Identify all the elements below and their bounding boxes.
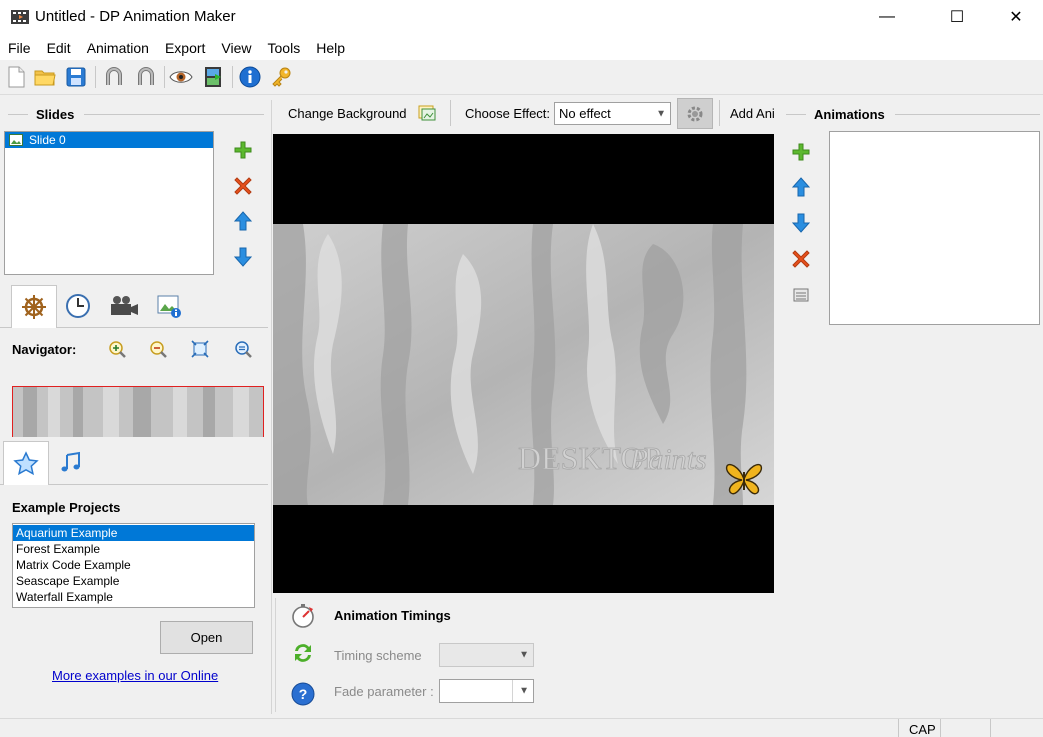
move-animation-up-icon[interactable]: [791, 177, 811, 197]
menu-view[interactable]: View: [213, 36, 259, 60]
timings-stopwatch-icon: [292, 604, 314, 628]
zoom-actual-icon[interactable]: [234, 340, 252, 358]
delete-animation-icon[interactable]: [791, 249, 811, 269]
zoom-out-icon[interactable]: [149, 340, 167, 358]
helm-wheel-icon: [22, 295, 46, 319]
menu-export[interactable]: Export: [157, 36, 213, 60]
tab-examples[interactable]: [3, 441, 49, 485]
animations-list[interactable]: [829, 131, 1040, 325]
slide-canvas[interactable]: DESKTOP Paints: [273, 134, 774, 593]
animations-header: Animations: [786, 107, 1040, 122]
slide-thumbnail-icon: [9, 134, 23, 146]
slides-title: Slides: [36, 107, 75, 122]
examples-list[interactable]: Aquarium Example Forest Example Matrix C…: [12, 523, 255, 608]
tab-properties[interactable]: [11, 285, 57, 328]
move-slide-down-icon[interactable]: [233, 247, 253, 267]
minimize-button[interactable]: —: [864, 0, 910, 34]
slide-row-0[interactable]: Slide 0: [5, 132, 213, 148]
main-toolbar: [0, 60, 1043, 95]
svg-text:?: ?: [299, 686, 308, 702]
clock-icon: [66, 294, 90, 318]
window-title: Untitled - DP Animation Maker: [35, 8, 236, 25]
music-note-icon: [61, 451, 80, 471]
slide-row-label: Slide 0: [29, 133, 66, 147]
delete-slide-icon[interactable]: [233, 176, 253, 196]
fade-parameter-select[interactable]: ▼: [439, 679, 534, 703]
chevron-down-icon: ▼: [519, 649, 529, 661]
caps-lock-indicator: CAP: [909, 722, 936, 737]
open-folder-icon[interactable]: [33, 65, 57, 89]
slides-header: Slides: [8, 107, 264, 122]
effect-settings-button[interactable]: [677, 98, 713, 129]
title-bar: Untitled - DP Animation Maker — ☐ ✕: [0, 0, 1043, 36]
zoom-in-icon[interactable]: [108, 340, 126, 358]
move-animation-down-icon[interactable]: [791, 213, 811, 233]
timing-scheme-label: Timing scheme: [334, 648, 422, 663]
undo-icon[interactable]: [102, 65, 126, 89]
animations-title: Animations: [814, 107, 885, 122]
butterfly-logo-icon: [725, 463, 763, 495]
info-icon[interactable]: [238, 65, 262, 89]
tab-image-info[interactable]: [147, 285, 191, 327]
gear-icon: [687, 106, 703, 121]
timings-header: Animation Timings: [334, 608, 451, 623]
refresh-icon[interactable]: [291, 641, 315, 665]
example-item-forest[interactable]: Forest Example: [13, 541, 254, 557]
menu-edit[interactable]: Edit: [39, 36, 79, 60]
open-example-button[interactable]: Open: [160, 621, 253, 654]
effect-select-value: No effect: [559, 106, 611, 121]
choose-effect-label: Choose Effect:: [465, 106, 551, 121]
tab-music[interactable]: [49, 441, 93, 484]
chevron-down-icon: ▼: [519, 685, 529, 697]
image-info-icon: [157, 295, 181, 318]
tab-timing[interactable]: [56, 285, 100, 327]
examples-header: Example Projects: [12, 500, 121, 515]
animation-properties-icon[interactable]: [791, 285, 811, 305]
watermark-paints: Paints: [629, 443, 707, 476]
fade-parameter-label: Fade parameter :: [334, 684, 434, 699]
example-item-seascape[interactable]: Seascape Example: [13, 573, 254, 589]
key-icon[interactable]: [270, 65, 294, 89]
menu-file[interactable]: File: [0, 36, 39, 60]
export-film-icon[interactable]: [201, 65, 225, 89]
effect-select[interactable]: No effect ▼: [554, 102, 671, 125]
menu-bar: File Edit Animation Export View Tools He…: [0, 36, 1043, 60]
example-item-aquarium[interactable]: Aquarium Example: [13, 525, 254, 541]
navigator-preview[interactable]: [12, 386, 264, 437]
add-animation-label[interactable]: Add Ani: [730, 106, 777, 121]
status-bar: CAP: [0, 718, 1043, 737]
maximize-button[interactable]: ☐: [934, 0, 980, 34]
add-slide-icon[interactable]: [233, 140, 253, 160]
more-examples-link[interactable]: More examples in our Online: [52, 668, 218, 683]
change-background-label[interactable]: Change Background: [288, 106, 407, 121]
navigator-texture: [13, 387, 263, 437]
save-icon[interactable]: [64, 65, 88, 89]
move-slide-up-icon[interactable]: [233, 211, 253, 231]
chevron-down-icon: ▼: [656, 108, 666, 119]
help-icon[interactable]: ?: [291, 682, 315, 706]
example-item-matrix-code[interactable]: Matrix Code Example: [13, 557, 254, 573]
menu-animation[interactable]: Animation: [79, 36, 157, 60]
change-background-icon[interactable]: [418, 104, 436, 122]
camera-icon: [111, 296, 138, 315]
preview-eye-icon[interactable]: [169, 65, 193, 89]
close-button[interactable]: ✕: [993, 0, 1039, 34]
tab-camera[interactable]: [102, 285, 146, 327]
canvas-background-image: DESKTOP Paints: [273, 224, 774, 505]
app-film-icon: [11, 10, 29, 24]
navigator-label: Navigator:: [12, 342, 77, 357]
menu-tools[interactable]: Tools: [260, 36, 309, 60]
menu-help[interactable]: Help: [308, 36, 353, 60]
fit-to-window-icon[interactable]: [191, 340, 209, 358]
add-animation-icon[interactable]: [791, 142, 811, 162]
timing-scheme-select[interactable]: ▼: [439, 643, 534, 667]
redo-icon[interactable]: [134, 65, 158, 89]
new-file-icon[interactable]: [4, 65, 28, 89]
star-icon: [13, 450, 39, 475]
example-item-waterfall[interactable]: Waterfall Example: [13, 589, 254, 605]
slides-list[interactable]: Slide 0: [4, 131, 214, 275]
